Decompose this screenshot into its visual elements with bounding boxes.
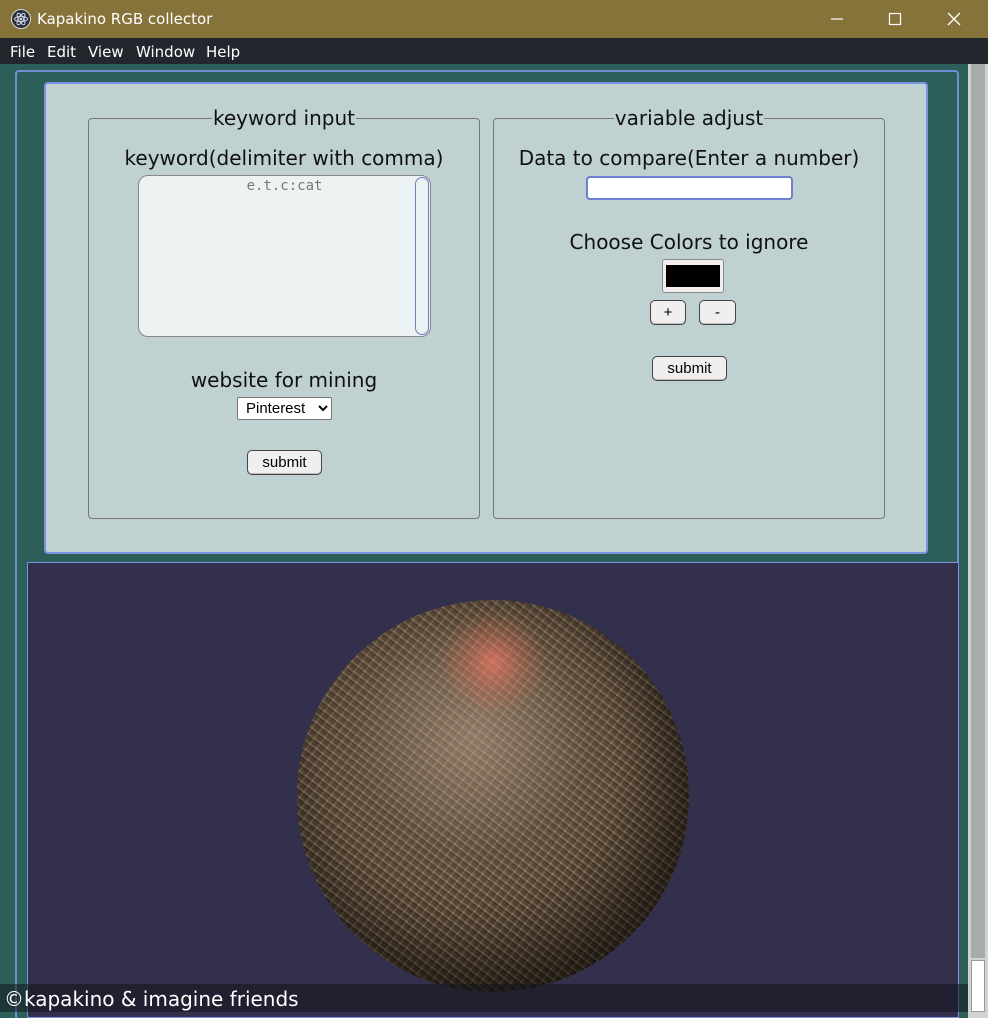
keyword-label: keyword(delimiter with comma) xyxy=(124,146,444,170)
ignore-color-picker[interactable] xyxy=(662,259,724,293)
variable-submit-button[interactable]: submit xyxy=(652,356,727,381)
menu-view[interactable]: View xyxy=(78,43,133,61)
website-label: website for mining xyxy=(190,368,378,392)
keyword-input-legend: keyword input xyxy=(213,106,355,130)
variable-adjust-legend: variable adjust xyxy=(614,106,764,130)
compare-label: Data to compare(Enter a number) xyxy=(518,146,860,170)
keyword-submit-button[interactable]: submit xyxy=(247,450,322,475)
menu-window[interactable]: Window xyxy=(126,43,204,61)
add-color-button[interactable]: + xyxy=(650,300,686,325)
minimize-button[interactable] xyxy=(808,0,866,38)
variable-adjust-group: variable adjust Data to compare(Enter a … xyxy=(493,106,885,519)
minimize-icon xyxy=(831,18,843,20)
textured-sphere xyxy=(297,600,689,992)
keyword-input-group: keyword input keyword(delimiter with com… xyxy=(88,106,480,519)
ignore-color-swatch xyxy=(666,265,720,287)
window-title: Kapakino RGB collector xyxy=(37,10,213,28)
remove-color-button[interactable]: - xyxy=(699,300,736,325)
textarea-scrollbar[interactable] xyxy=(415,177,429,335)
website-select[interactable]: Pinterest xyxy=(237,397,332,420)
close-button[interactable] xyxy=(925,0,983,38)
maximize-button[interactable] xyxy=(866,0,924,38)
app-icon xyxy=(11,9,31,29)
copyright-text: ©kapakino & imagine friends xyxy=(4,987,299,1011)
page-body: keyword input keyword(delimiter with com… xyxy=(0,64,988,1018)
maximize-icon xyxy=(888,12,902,26)
title-bar[interactable]: Kapakino RGB collector xyxy=(0,0,988,38)
scrollbar-thumb[interactable] xyxy=(971,960,985,1012)
render-canvas[interactable] xyxy=(27,562,959,1018)
control-panel: keyword input keyword(delimiter with com… xyxy=(44,82,928,554)
menu-bar: File Edit View Window Help xyxy=(0,38,988,64)
scrollbar-track[interactable] xyxy=(971,64,985,958)
compare-number-input[interactable] xyxy=(586,176,793,200)
keyword-textarea[interactable] xyxy=(138,175,431,337)
ignore-colors-label: Choose Colors to ignore xyxy=(569,230,809,254)
close-icon xyxy=(947,12,961,26)
footer-bar: ©kapakino & imagine friends xyxy=(0,984,968,1012)
menu-help[interactable]: Help xyxy=(196,43,249,61)
